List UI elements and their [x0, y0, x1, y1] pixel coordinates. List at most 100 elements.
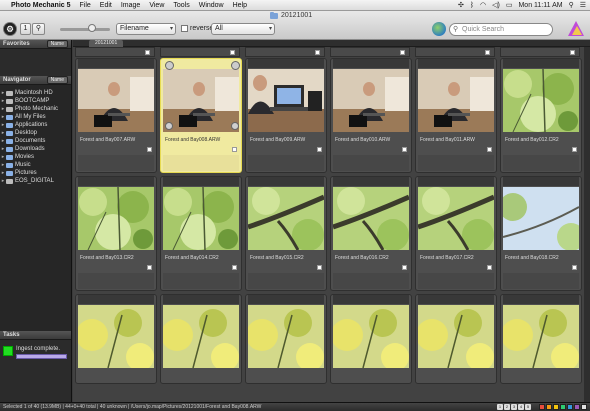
navigator-item[interactable]: ▸ Applications: [0, 121, 71, 129]
navigator-item[interactable]: ▸ BOOTCAMP: [0, 97, 71, 105]
volume-icon[interactable]: ◁): [492, 1, 500, 9]
thumbnail-cell[interactable]: [330, 294, 412, 384]
navigator-item[interactable]: ▸ Music: [0, 161, 71, 169]
thumbnail-cell[interactable]: Forest and Bay008.ARW: [160, 58, 242, 173]
tag-checkbox[interactable]: [317, 265, 322, 270]
page-button[interactable]: 3: [511, 404, 517, 410]
page-button[interactable]: 2: [504, 404, 510, 410]
color-label-swatch[interactable]: [553, 404, 559, 410]
tag-checkbox[interactable]: [572, 147, 577, 152]
menu-view[interactable]: View: [149, 2, 164, 9]
thumbnail-cell[interactable]: [75, 294, 157, 384]
thumbnail-image[interactable]: [333, 305, 409, 368]
favorites-sort-button[interactable]: Name: [46, 40, 68, 48]
navigator-item[interactable]: ▸ Documents: [0, 137, 71, 145]
thumbnail-image[interactable]: [163, 187, 239, 250]
thumbnail-cell[interactable]: Forest and Bay013.CR2: [75, 176, 157, 291]
tag-checkbox[interactable]: [232, 147, 237, 152]
color-label-swatch[interactable]: [560, 404, 566, 410]
tag-checkbox[interactable]: [400, 50, 405, 55]
thumbnail-cell[interactable]: Forest and Bay011.ARW: [415, 58, 497, 173]
thumbnail-image[interactable]: [333, 69, 409, 132]
battery-icon[interactable]: ▭: [506, 1, 513, 9]
navigator-item[interactable]: ▸ Desktop: [0, 129, 71, 137]
menu-window[interactable]: Window: [199, 2, 224, 9]
rotate-left-icon[interactable]: [165, 61, 174, 70]
thumbnail-cell[interactable]: [415, 294, 497, 384]
thumbnail-image[interactable]: [163, 305, 239, 368]
tag-checkbox[interactable]: [487, 265, 492, 270]
thumbnail-cell[interactable]: Forest and Bay017.CR2: [415, 176, 497, 291]
thumbnail-image[interactable]: [248, 187, 324, 250]
tag-checkbox[interactable]: [485, 50, 490, 55]
notification-icon[interactable]: ☰: [580, 1, 586, 9]
thumbnail-cell[interactable]: Forest and Bay009.ARW: [245, 58, 327, 173]
thumbnail-cell[interactable]: [245, 294, 327, 384]
thumbnail-image[interactable]: [248, 69, 324, 132]
thumbnail-cell[interactable]: Forest and Bay012.CR2: [500, 58, 582, 173]
globe-icon[interactable]: [432, 22, 446, 36]
color-label-swatch[interactable]: [539, 404, 545, 410]
navigator-item[interactable]: ▸ Downloads: [0, 145, 71, 153]
zoom-button[interactable]: ⚲: [32, 23, 45, 35]
tag-checkbox[interactable]: [147, 147, 152, 152]
reverse-checkbox[interactable]: [181, 25, 188, 32]
thumbnail-image[interactable]: [503, 187, 579, 250]
navigator-item[interactable]: ▸ EOS_DIGITAL: [0, 177, 71, 185]
navigator-item[interactable]: ▸ All My Files: [0, 113, 71, 121]
navigator-sort-button[interactable]: Name: [46, 76, 68, 84]
filter-select[interactable]: All ▾: [211, 23, 275, 35]
thumbnail-cell[interactable]: [160, 294, 242, 384]
tag-checkbox[interactable]: [147, 265, 152, 270]
menu-tools[interactable]: Tools: [173, 2, 189, 9]
tab-folder[interactable]: 20121001: [89, 40, 124, 47]
thumbnail-image[interactable]: [418, 69, 494, 132]
thumbnail-image[interactable]: [163, 69, 239, 132]
tag-checkbox[interactable]: [402, 147, 407, 152]
spotlight-icon[interactable]: ⚲: [569, 1, 574, 9]
thumbnail-cell[interactable]: Forest and Bay016.CR2: [330, 176, 412, 291]
navigator-item[interactable]: ▸ Movies: [0, 153, 71, 161]
tag-checkbox[interactable]: [232, 265, 237, 270]
navigator-item[interactable]: ▸ Pictures: [0, 169, 71, 177]
preview-icon[interactable]: [231, 122, 239, 130]
sort-select[interactable]: Filename ▾: [116, 23, 176, 35]
thumbnail-cell[interactable]: [500, 294, 582, 384]
thumbnail-cell[interactable]: Forest and Bay018.CR2: [500, 176, 582, 291]
thumbnail-image[interactable]: [503, 305, 579, 368]
thumbnail-image[interactable]: [78, 69, 154, 132]
thumbnail-image[interactable]: [333, 187, 409, 250]
thumbnail-cell[interactable]: Forest and Bay010.ARW: [330, 58, 412, 173]
color-label-swatch[interactable]: [574, 404, 580, 410]
vertical-scrollbar[interactable]: [584, 47, 590, 402]
menu-image[interactable]: Image: [121, 2, 140, 9]
tag-checkbox[interactable]: [572, 265, 577, 270]
tag-checkbox[interactable]: [317, 147, 322, 152]
thumbnail-image[interactable]: [78, 187, 154, 250]
tag-checkbox[interactable]: [487, 147, 492, 152]
thumbnail-cell[interactable]: Forest and Bay014.CR2: [160, 176, 242, 291]
slider-knob[interactable]: [88, 24, 96, 32]
color-label-swatch[interactable]: [581, 404, 587, 410]
quick-search-input[interactable]: ⚲ Quick Search: [449, 23, 553, 36]
page-button[interactable]: 4: [518, 404, 524, 410]
thumbnail-cell[interactable]: Forest and Bay007.ARW: [75, 58, 157, 173]
clock[interactable]: Mon 11:11 AM: [518, 2, 562, 9]
thumbnail-image[interactable]: [418, 305, 494, 368]
rotate-right-icon[interactable]: [231, 61, 240, 70]
navigator-item[interactable]: ▸ Photo Mechanic: [0, 105, 71, 113]
thumbnail-image[interactable]: [418, 187, 494, 250]
tag-checkbox[interactable]: [570, 50, 575, 55]
status-icon[interactable]: ✣: [458, 1, 464, 9]
tag-checkbox[interactable]: [230, 50, 235, 55]
menu-app-name[interactable]: Photo Mechanic 5: [11, 2, 71, 9]
wifi-icon[interactable]: ◠: [480, 1, 486, 9]
tag-checkbox[interactable]: [145, 50, 150, 55]
color-label-swatch[interactable]: [567, 404, 573, 410]
menu-file[interactable]: File: [80, 2, 91, 9]
thumbnail-image[interactable]: [78, 305, 154, 368]
page-button[interactable]: 1: [497, 404, 503, 410]
thumb-size-field[interactable]: 1: [20, 23, 31, 35]
page-button[interactable]: 5: [525, 404, 531, 410]
info-icon[interactable]: [165, 122, 173, 130]
